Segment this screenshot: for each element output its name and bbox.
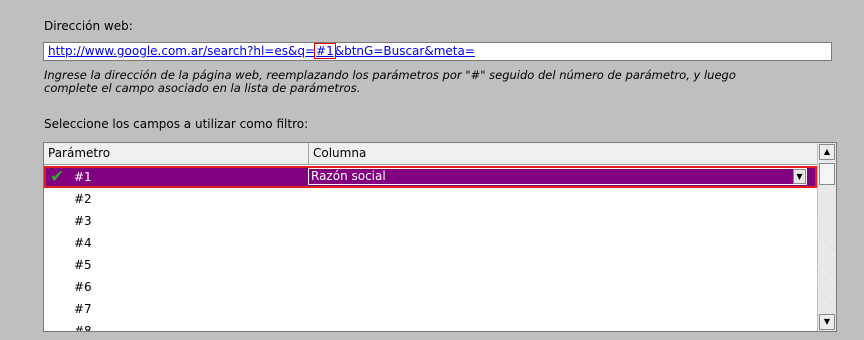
vertical-scrollbar[interactable]: ▲ ▼ bbox=[817, 143, 836, 331]
row-parametro: #2 bbox=[74, 192, 92, 206]
triangle-down-icon[interactable]: ▼ bbox=[819, 314, 835, 330]
row-parametro: #5 bbox=[74, 258, 92, 272]
row-parametro: #3 bbox=[74, 214, 92, 228]
columna-select[interactable]: Razón social bbox=[308, 168, 807, 185]
chevron-down-icon[interactable]: ▼ bbox=[793, 169, 806, 184]
url-link[interactable]: http://www.google.com.ar/search?hl=es&q=… bbox=[48, 43, 475, 59]
row-parametro: #1 bbox=[74, 170, 92, 184]
url-label: Dirección web: bbox=[44, 19, 133, 33]
triangle-up-icon[interactable]: ▲ bbox=[819, 144, 835, 160]
header-columna[interactable]: Columna bbox=[309, 143, 817, 164]
grid-row[interactable]: #4 bbox=[44, 232, 817, 254]
parameter-grid[interactable]: Parámetro Columna ✔ #1 Razón social ▼ #2… bbox=[43, 142, 837, 332]
url-input[interactable]: http://www.google.com.ar/search?hl=es&q=… bbox=[43, 42, 832, 61]
url-hint: Ingrese la dirección de la página web, r… bbox=[44, 69, 824, 95]
url-suffix: &btnG=Buscar&meta= bbox=[334, 44, 475, 58]
columna-select-value: Razón social bbox=[311, 169, 386, 183]
url-prefix: http://www.google.com.ar/search?hl=es&q= bbox=[48, 44, 316, 58]
scroll-thumb[interactable] bbox=[819, 163, 835, 185]
grid-row[interactable]: #8 bbox=[44, 320, 817, 332]
grid-row[interactable]: #7 bbox=[44, 298, 817, 320]
url-param-marker: #1 bbox=[314, 43, 336, 59]
row-parametro: #4 bbox=[74, 236, 92, 250]
row-parametro: #7 bbox=[74, 302, 92, 316]
grid-row[interactable]: #5 bbox=[44, 254, 817, 276]
grid-row-selected[interactable]: ✔ #1 Razón social ▼ bbox=[44, 166, 817, 188]
grid-row[interactable]: #3 bbox=[44, 210, 817, 232]
grid-row[interactable]: #6 bbox=[44, 276, 817, 298]
filter-label: Seleccione los campos a utilizar como fi… bbox=[44, 117, 309, 131]
check-icon[interactable]: ✔ bbox=[50, 166, 64, 188]
grid-header: Parámetro Columna bbox=[44, 143, 817, 165]
header-parametro[interactable]: Parámetro bbox=[44, 143, 309, 164]
row-parametro: #8 bbox=[74, 324, 92, 332]
grid-row[interactable]: #2 bbox=[44, 188, 817, 210]
url-hint-line-2: complete el campo asociado en la lista d… bbox=[44, 81, 361, 95]
row-parametro: #6 bbox=[74, 280, 92, 294]
